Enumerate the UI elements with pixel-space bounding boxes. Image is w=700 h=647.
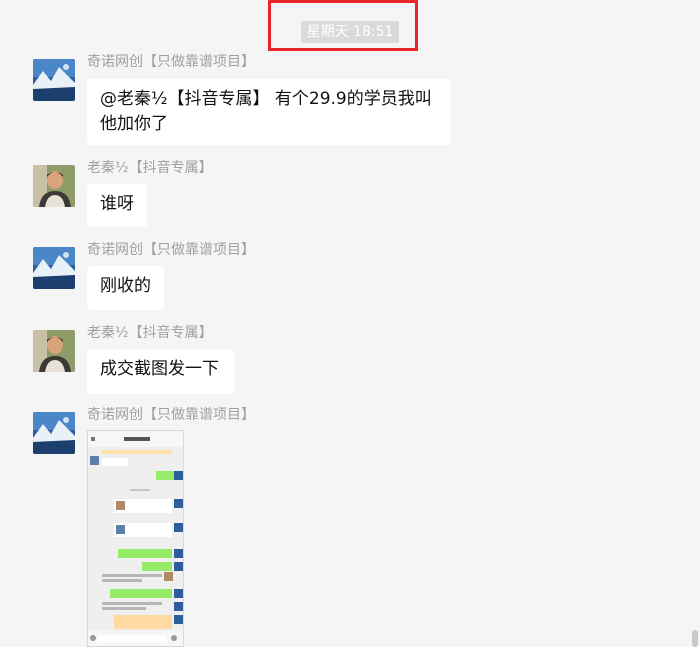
screenshot-image-icon [88,431,183,646]
sender-name: 奇诺网创【只做靠谱项目】 [87,242,255,258]
avatar-qinuo[interactable] [33,412,75,454]
sender-name: 老秦½【抖音专属】 [87,325,213,341]
message-bubble[interactable]: 谁呀 [87,184,147,227]
mountain-lake-avatar-icon [33,247,75,289]
message-bubble[interactable]: 刚收的 [87,266,164,310]
avatar-laoqin[interactable] [33,165,75,207]
mountain-lake-avatar-icon [33,59,75,101]
person-avatar-icon [33,330,75,372]
scrollbar[interactable] [692,630,698,647]
avatar-qinuo[interactable] [33,59,75,101]
sender-name: 奇诺网创【只做靠谱项目】 [87,407,255,423]
sender-name: 奇诺网创【只做靠谱项目】 [87,54,255,70]
message-bubble[interactable]: @老秦½【抖音专属】 有个29.9的学员我叫他加你了 [87,79,451,145]
timestamp: 星期天 18:51 [301,21,399,43]
person-avatar-icon [33,165,75,207]
sender-name: 老秦½【抖音专属】 [87,160,213,176]
avatar-qinuo[interactable] [33,247,75,289]
avatar-laoqin[interactable] [33,330,75,372]
message-bubble[interactable]: 成交截图发一下 [87,349,234,394]
chat-screenshot-thumbnail[interactable] [87,430,184,647]
mountain-lake-avatar-icon [33,412,75,454]
